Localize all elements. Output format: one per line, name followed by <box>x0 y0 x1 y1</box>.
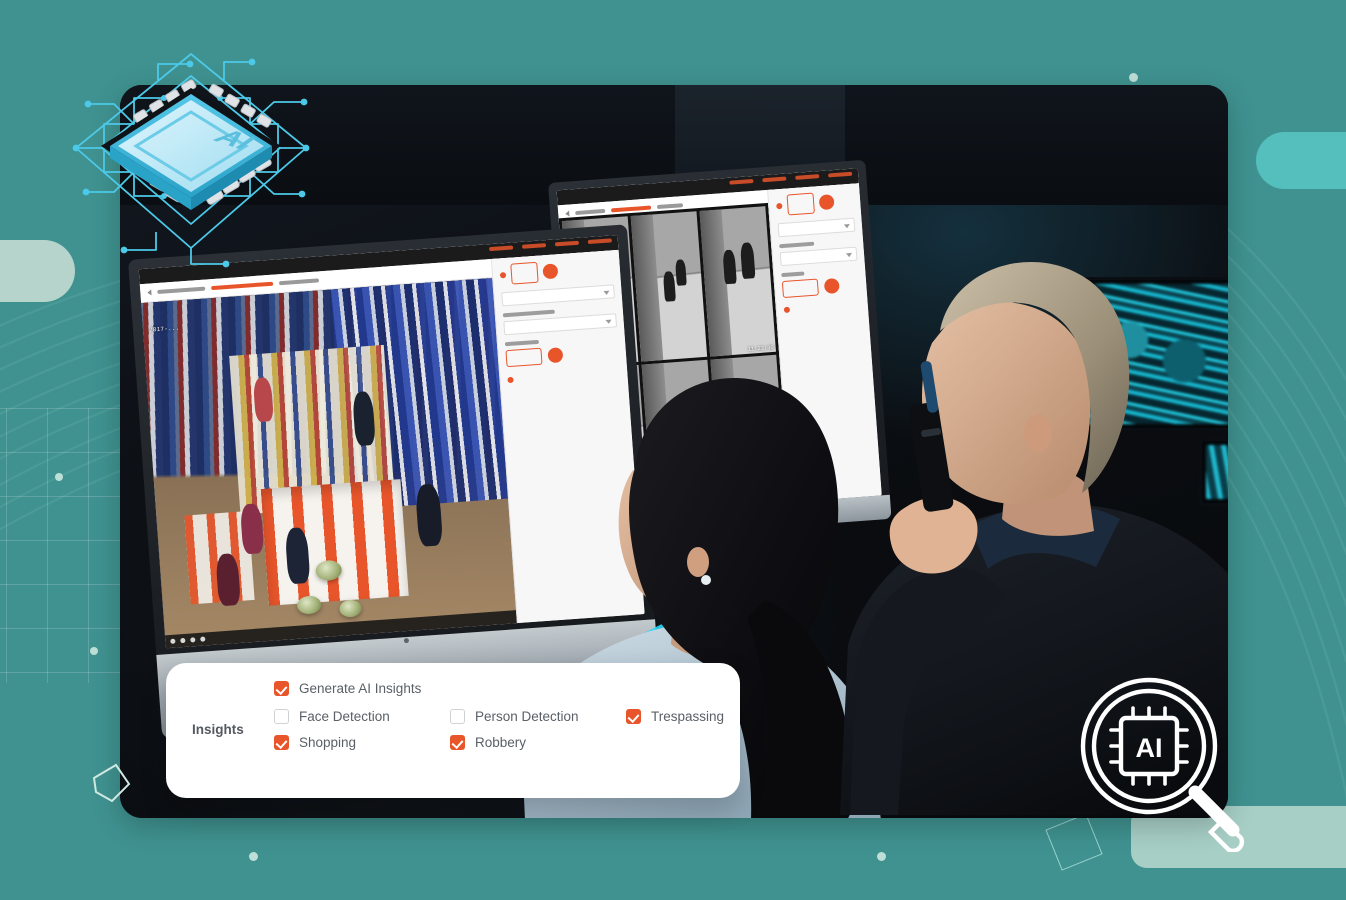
breadcrumb-item <box>656 203 684 210</box>
person-detection-label: Person Detection <box>475 709 579 724</box>
trespassing-checkbox[interactable] <box>626 709 641 724</box>
pedestrian-silhouette <box>740 242 756 279</box>
insights-card: Generate AI Insights Insights Face Detec… <box>166 663 740 798</box>
option-robbery[interactable]: Robbery <box>450 735 626 750</box>
generate-ai-insights-row[interactable]: Generate AI Insights <box>274 681 716 696</box>
option-face-detection[interactable]: Face Detection <box>274 709 450 724</box>
grid-pattern-left <box>0 408 120 683</box>
shopping-checkbox[interactable] <box>274 735 289 750</box>
titlebar-tab[interactable] <box>729 178 754 185</box>
chevron-left-icon[interactable] <box>147 289 152 296</box>
volume-icon[interactable] <box>190 637 196 643</box>
robbery-checkbox[interactable] <box>450 735 465 750</box>
page-root: 11:23:30 11:23:33 <box>0 0 1346 900</box>
decorative-dot <box>90 647 98 655</box>
insight-bubble[interactable] <box>786 192 815 216</box>
titlebar-tab[interactable] <box>762 176 787 183</box>
pedestrian-silhouette <box>722 249 737 285</box>
option-shopping[interactable]: Shopping <box>274 735 450 750</box>
decorative-dot <box>1129 73 1138 82</box>
shopping-label: Shopping <box>299 735 357 750</box>
titlebar-tab[interactable] <box>554 240 580 247</box>
insights-section-label: Insights <box>192 722 244 737</box>
pedestrian-silhouette <box>674 258 687 286</box>
option-person-detection[interactable]: Person Detection <box>450 709 626 724</box>
titlebar-tab[interactable] <box>587 238 612 245</box>
face-detection-checkbox[interactable] <box>274 709 289 724</box>
ai-chip-circuit-icon: AI <box>72 53 310 268</box>
pedestrian-silhouette <box>662 271 676 302</box>
panel-header-row <box>499 256 613 285</box>
ai-magnifier-icon: AI <box>1080 677 1245 852</box>
insight-bubble[interactable] <box>510 261 539 285</box>
store-promo-display <box>260 478 410 607</box>
titlebar-tab[interactable] <box>795 174 820 180</box>
option-grid-spacer <box>626 735 724 750</box>
decorative-pill-right <box>1256 132 1346 189</box>
decorative-pentagon-outline <box>92 763 131 803</box>
insights-options-block: Insights Face Detection Person Detection… <box>192 709 724 750</box>
generate-ai-insights-label: Generate AI Insights <box>299 681 422 696</box>
decorative-dot <box>55 473 63 481</box>
analyze-button[interactable] <box>781 278 819 299</box>
insights-options-grid: Face Detection Person Detection Trespass… <box>274 709 724 750</box>
face-detection-label: Face Detection <box>299 709 390 724</box>
play-icon[interactable] <box>170 638 176 644</box>
decorative-dot <box>249 852 258 861</box>
titlebar-tab[interactable] <box>521 243 547 249</box>
fullscreen-icon[interactable] <box>200 636 206 642</box>
robbery-label: Robbery <box>475 735 527 750</box>
breadcrumb-item[interactable] <box>157 286 206 294</box>
breadcrumb-item-active[interactable] <box>211 281 274 291</box>
pause-icon[interactable] <box>180 637 186 644</box>
option-trespassing[interactable]: Trespassing <box>626 709 724 724</box>
status-dot <box>507 376 514 384</box>
chevron-left-icon[interactable] <box>565 210 570 217</box>
generate-ai-insights-checkbox[interactable] <box>274 681 289 696</box>
person-detection-checkbox[interactable] <box>450 709 465 724</box>
titlebar-tab[interactable] <box>489 245 514 252</box>
breadcrumb-item[interactable] <box>575 208 606 216</box>
cctv-feed[interactable]: 2017-... <box>141 278 517 649</box>
breadcrumb-item <box>278 278 320 286</box>
field-label <box>779 241 815 249</box>
count-badge <box>542 263 559 280</box>
ai-magnifier-label: AI <box>1136 733 1163 763</box>
trespassing-label: Trespassing <box>651 709 725 724</box>
decorative-dot <box>877 852 886 861</box>
status-dot <box>776 202 783 209</box>
status-dot <box>499 271 507 278</box>
field-label <box>781 271 805 278</box>
